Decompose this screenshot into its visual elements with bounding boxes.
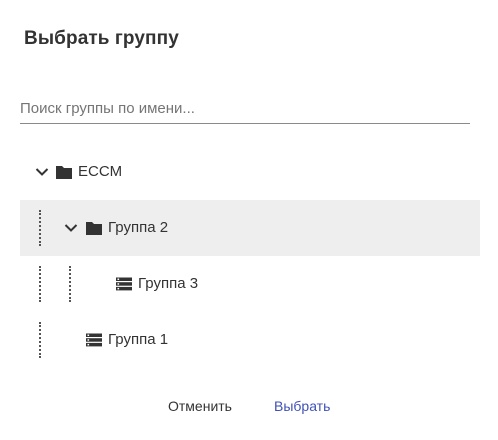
folder-icon [55, 164, 73, 180]
tree-guide-line [39, 266, 41, 302]
tree-node-group-2[interactable]: Группа 2 [20, 200, 480, 256]
tree-node-group-1[interactable]: Группа 1 [20, 312, 480, 368]
tree-node-label: Группа 3 [138, 275, 199, 292]
list-icon [85, 332, 103, 348]
dialog-title: Выбрать группу [24, 28, 179, 49]
cancel-button[interactable]: Отменить [168, 398, 232, 414]
tree-guide-line [69, 266, 71, 302]
select-button[interactable]: Выбрать [274, 398, 330, 414]
tree-guide-line [39, 322, 41, 358]
tree-node-eccm[interactable]: ECCM [20, 144, 480, 200]
select-group-dialog: Выбрать группу ECCM Группа 2 [0, 0, 498, 440]
search-input[interactable] [20, 94, 470, 122]
chevron-down-icon[interactable] [63, 220, 79, 236]
chevron-down-icon[interactable] [34, 164, 50, 180]
tree-node-group-3[interactable]: Группа 3 [20, 256, 480, 312]
tree-node-label: Группа 2 [108, 219, 169, 236]
tree-node-label: ECCM [78, 163, 123, 180]
tree-node-label: Группа 1 [108, 331, 169, 348]
group-tree: ECCM Группа 2 Группа 3 Группа 1 [20, 144, 480, 368]
folder-icon [85, 220, 103, 236]
tree-guide-line [39, 210, 41, 246]
list-icon [115, 276, 133, 292]
search-field[interactable] [20, 94, 470, 124]
